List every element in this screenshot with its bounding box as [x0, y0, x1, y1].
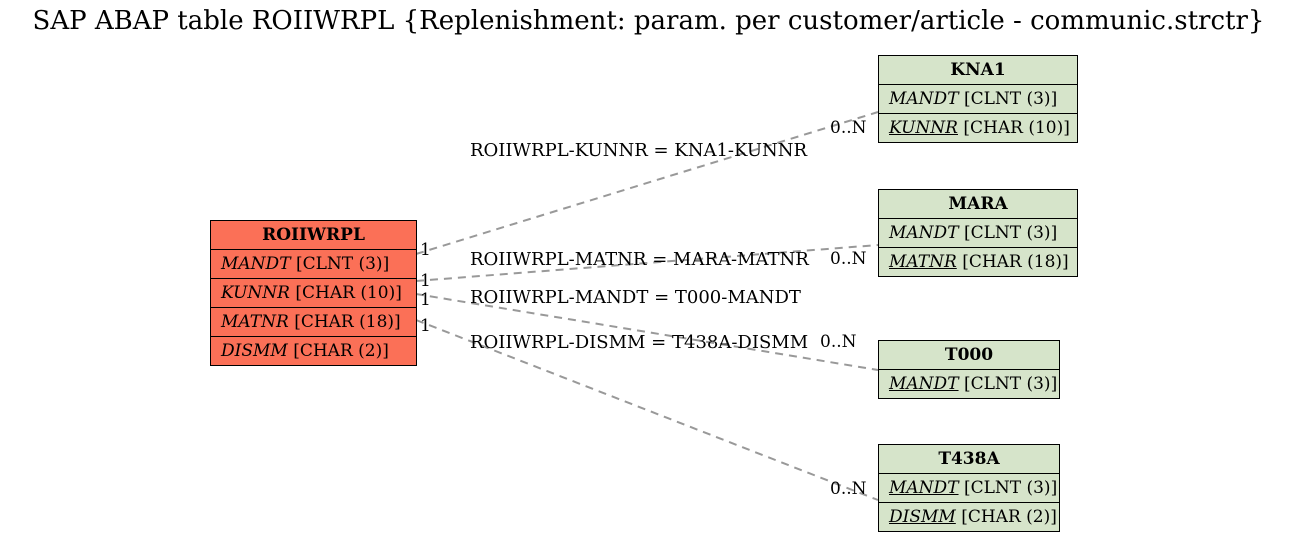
relation-label: ROIIWRPL-MANDT = T000-MANDT: [470, 287, 801, 308]
table-header: T438A: [879, 445, 1059, 474]
relation-label: ROIIWRPL-KUNNR = KNA1-KUNNR: [470, 140, 807, 161]
table-field: MANDT [CLNT (3)]: [879, 85, 1077, 114]
cardinality-right-t438a: 0..N: [830, 479, 867, 499]
cardinality-left: 1: [420, 240, 431, 260]
cardinality-right: 0..N: [820, 332, 857, 352]
table-t438a: T438A MANDT [CLNT (3)] DISMM [CHAR (2)]: [878, 444, 1060, 532]
table-field: KUNNR [CHAR (10)]: [211, 279, 416, 308]
table-field: MANDT [CLNT (3)]: [879, 370, 1059, 398]
table-header: MARA: [879, 190, 1077, 219]
diagram-title: SAP ABAP table ROIIWRPL {Replenishment: …: [0, 6, 1297, 36]
table-header: KNA1: [879, 56, 1077, 85]
table-field: MANDT [CLNT (3)]: [879, 474, 1059, 503]
table-field: MANDT [CLNT (3)]: [879, 219, 1077, 248]
table-kna1: KNA1 MANDT [CLNT (3)] KUNNR [CHAR (10)]: [878, 55, 1078, 143]
table-field: MANDT [CLNT (3)]: [211, 250, 416, 279]
table-header: ROIIWRPL: [211, 221, 416, 250]
table-field: KUNNR [CHAR (10)]: [879, 114, 1077, 142]
relation-label: ROIIWRPL-MATNR = MARA-MATNR: [470, 249, 809, 270]
table-roiiwrpl: ROIIWRPL MANDT [CLNT (3)] KUNNR [CHAR (1…: [210, 220, 417, 366]
cardinality-left: 1: [420, 316, 431, 336]
table-field: MATNR [CHAR (18)]: [879, 248, 1077, 276]
er-diagram-canvas: { "title": "SAP ABAP table ROIIWRPL {Rep…: [0, 0, 1297, 549]
cardinality-right: 0..N: [830, 118, 867, 138]
table-t000: T000 MANDT [CLNT (3)]: [878, 340, 1060, 399]
cardinality-left: 1: [420, 271, 431, 291]
cardinality-right: 0..N: [830, 249, 867, 269]
relation-lines: [0, 0, 1297, 549]
cardinality-left: 1: [420, 290, 431, 310]
table-field: DISMM [CHAR (2)]: [879, 503, 1059, 531]
table-field: MATNR [CHAR (18)]: [211, 308, 416, 337]
table-header: T000: [879, 341, 1059, 370]
relation-label: ROIIWRPL-DISMM = T438A-DISMM: [470, 332, 808, 353]
table-mara: MARA MANDT [CLNT (3)] MATNR [CHAR (18)]: [878, 189, 1078, 277]
table-field: DISMM [CHAR (2)]: [211, 337, 416, 365]
